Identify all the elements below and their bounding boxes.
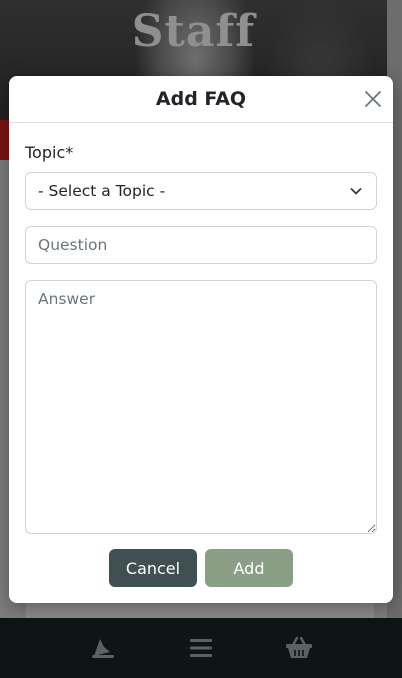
add-faq-modal: Add FAQ Topic* - Select a Topic - Cancel… (9, 76, 393, 603)
modal-title: Add FAQ (155, 88, 247, 110)
bottom-nav (0, 618, 402, 678)
modal-body: Topic* - Select a Topic - (9, 143, 393, 534)
basket-icon (286, 636, 312, 658)
cancel-button[interactable]: Cancel (109, 549, 197, 587)
topic-label: Topic* (25, 143, 74, 162)
close-button[interactable] (363, 89, 383, 109)
topic-select-value: - Select a Topic - (38, 182, 166, 200)
close-icon (365, 91, 381, 107)
menu-icon (190, 639, 212, 657)
menu-button[interactable] (184, 631, 218, 665)
basket-button[interactable] (282, 631, 316, 665)
answer-textarea[interactable] (25, 280, 377, 534)
modal-footer: Cancel Add (9, 549, 393, 587)
wizard-hat-button[interactable] (86, 631, 120, 665)
wizard-hat-icon (92, 639, 114, 658)
question-input[interactable] (25, 226, 377, 264)
hero-title: Staff (131, 6, 256, 57)
add-button[interactable]: Add (205, 549, 293, 587)
chevron-down-icon (350, 188, 362, 195)
topic-select[interactable]: - Select a Topic - (25, 172, 377, 210)
modal-header: Add FAQ (9, 76, 393, 123)
